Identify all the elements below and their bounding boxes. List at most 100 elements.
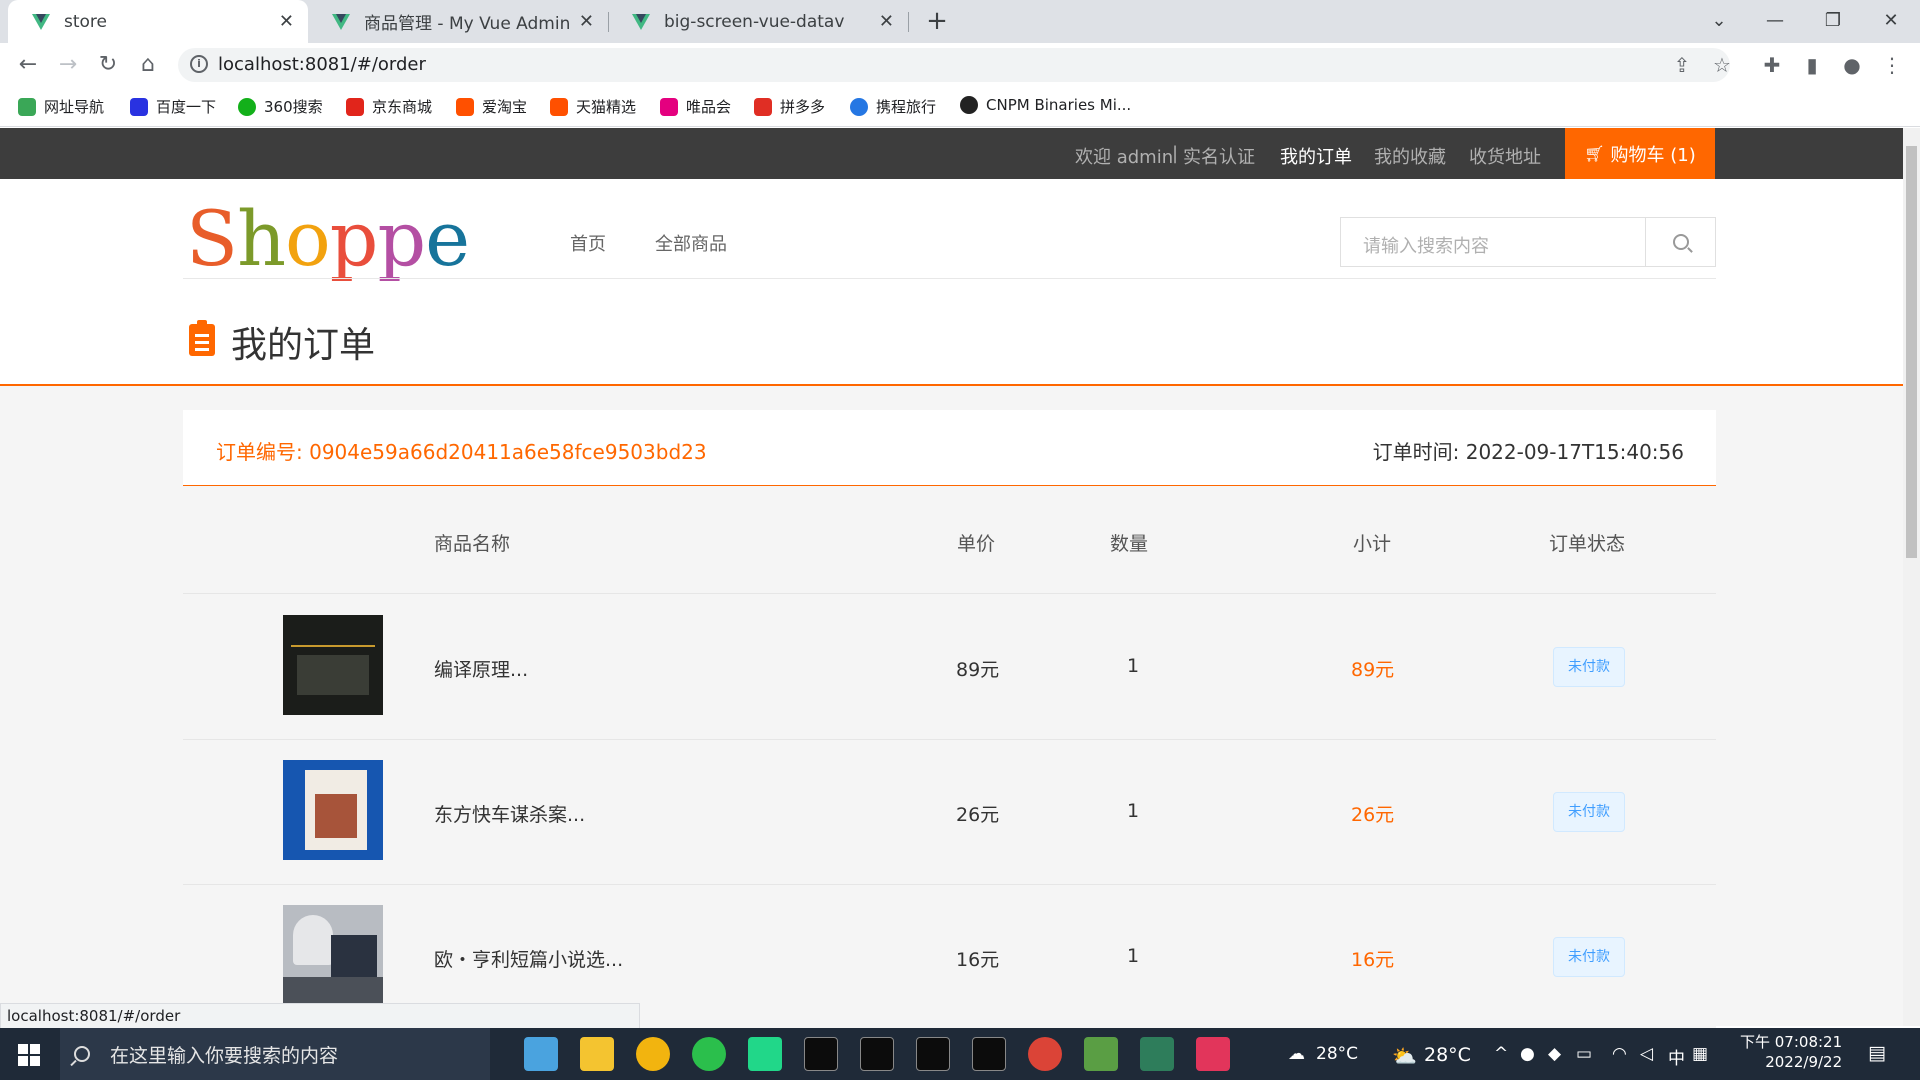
bookmark-item[interactable]: 网址导航 xyxy=(18,96,104,117)
bookmark-item[interactable]: 360搜索 xyxy=(238,96,323,117)
new-tab-button[interactable]: + xyxy=(922,6,952,36)
weather-icon[interactable]: ☁ xyxy=(1288,1044,1305,1064)
column-header-qty: 数量 xyxy=(1110,533,1149,555)
windows-start-icon[interactable] xyxy=(18,1044,40,1066)
my-orders-link[interactable]: 我的订单 xyxy=(1280,143,1352,169)
shield-icon[interactable]: ◆ xyxy=(1548,1044,1561,1064)
close-icon[interactable]: ✕ xyxy=(279,11,294,32)
bookmark-item[interactable]: 京东商城 xyxy=(346,96,432,117)
scrollbar-thumb[interactable] xyxy=(1906,146,1917,558)
search-box: 请输入搜索内容 xyxy=(1340,217,1716,267)
minimize-button[interactable]: — xyxy=(1752,4,1798,38)
cart-button[interactable]: 🛒︎ 购物车 (1) xyxy=(1565,128,1715,179)
bookmark-favicon-icon xyxy=(130,97,148,116)
address-link[interactable]: 收货地址 xyxy=(1469,143,1541,169)
clock-time: 下午 07:08:21 xyxy=(1740,1033,1843,1051)
column-header-price: 单价 xyxy=(957,533,996,555)
shop-logo[interactable]: Shoppe xyxy=(186,194,470,284)
folder-icon[interactable] xyxy=(580,1037,614,1071)
vue-logo-icon xyxy=(32,13,50,30)
app-icon[interactable] xyxy=(1140,1037,1174,1071)
ime-indicator[interactable]: 中 xyxy=(1668,1044,1685,1069)
reload-icon[interactable]: ↻ xyxy=(92,49,124,81)
bookmark-label: 百度一下 xyxy=(156,98,217,116)
terminal-icon[interactable] xyxy=(916,1037,950,1071)
bookmark-favicon-icon xyxy=(660,97,678,116)
sidepanel-icon[interactable]: ▮ xyxy=(1796,49,1828,81)
bookmark-item[interactable]: 拼多多 xyxy=(754,96,825,117)
battery-icon[interactable]: ▭ xyxy=(1576,1044,1592,1064)
star-icon[interactable]: ☆ xyxy=(1706,49,1738,81)
weather-temp: 28°C xyxy=(1424,1044,1471,1066)
pycharm-icon[interactable] xyxy=(748,1037,782,1071)
terminal-icon[interactable] xyxy=(972,1037,1006,1071)
item-price: 26元 xyxy=(956,804,1000,826)
taskbar-search[interactable]: 在这里输入你要搜索的内容 xyxy=(60,1028,490,1080)
terminal-icon[interactable] xyxy=(804,1037,838,1071)
logo-letter: h xyxy=(237,194,286,283)
home-icon[interactable]: ⌂ xyxy=(132,49,164,81)
column-header-status: 订单状态 xyxy=(1549,533,1626,555)
extensions-icon[interactable]: ✚ xyxy=(1756,49,1788,81)
bookmark-label: 京东商城 xyxy=(372,98,433,116)
notification-icon[interactable]: ▤ xyxy=(1868,1042,1886,1064)
bookmark-label: 网址导航 xyxy=(44,98,105,116)
profile-icon[interactable]: ● xyxy=(1836,49,1868,81)
address-bar[interactable]: i localhost:8081/#/order xyxy=(178,48,1730,82)
app-icon[interactable] xyxy=(524,1037,558,1071)
bookmark-favicon-icon xyxy=(346,97,364,116)
tab-title: big-screen-vue-datav xyxy=(664,11,845,32)
book-cover-image[interactable] xyxy=(283,615,383,715)
bookmark-item[interactable]: 携程旅行 xyxy=(850,96,936,117)
tab-datav[interactable]: big-screen-vue-datav ✕ xyxy=(608,0,909,43)
book-cover-image[interactable] xyxy=(283,760,383,860)
item-subtotal: 26元 xyxy=(1351,804,1395,826)
cover-art xyxy=(315,794,357,838)
app-icon[interactable] xyxy=(1084,1037,1118,1071)
back-icon[interactable]: ← xyxy=(12,49,44,81)
item-name[interactable]: 东方快车谋杀案... xyxy=(434,800,585,827)
close-icon[interactable]: ✕ xyxy=(579,11,594,32)
menu-icon[interactable]: ⋮ xyxy=(1876,49,1908,81)
bookmark-favicon-icon xyxy=(238,97,256,116)
window-close-button[interactable]: ✕ xyxy=(1868,4,1914,38)
book-cover-image[interactable] xyxy=(283,905,383,1005)
welcome-text: 欢迎 admin xyxy=(1075,147,1174,168)
nav-all-products-link[interactable]: 全部商品 xyxy=(655,230,727,256)
bookmark-item[interactable]: 唯品会 xyxy=(660,96,731,117)
verify-link[interactable]: 实名认证 xyxy=(1183,143,1255,169)
search-input[interactable]: 请输入搜索内容 xyxy=(1363,232,1489,258)
tab-admin[interactable]: 商品管理 - My Vue Admin ✕ xyxy=(308,0,609,43)
terminal-icon[interactable] xyxy=(860,1037,894,1071)
clock[interactable]: 下午 07:08:21 2022/9/22 xyxy=(1740,1032,1842,1072)
nav-home-link[interactable]: 首页 xyxy=(570,230,606,256)
wifi-icon[interactable]: ◠ xyxy=(1612,1044,1627,1064)
bookmark-label: 唯品会 xyxy=(686,98,732,116)
app-icon[interactable] xyxy=(692,1037,726,1071)
bookmark-item[interactable]: CNPM Binaries Mi... xyxy=(960,96,1131,114)
forward-icon[interactable]: → xyxy=(52,49,84,81)
app-icon[interactable] xyxy=(636,1037,670,1071)
tab-search-icon[interactable]: ⌄ xyxy=(1696,4,1742,38)
ime-mode-icon[interactable]: ▦ xyxy=(1692,1044,1708,1064)
item-name[interactable]: 欧・亨利短篇小说选... xyxy=(434,945,623,972)
intellij-icon[interactable] xyxy=(1196,1037,1230,1071)
info-icon[interactable]: i xyxy=(190,55,208,73)
share-icon[interactable]: ⇪ xyxy=(1666,49,1698,81)
mic-icon[interactable]: ● xyxy=(1520,1044,1535,1064)
bookmark-item[interactable]: 百度一下 xyxy=(130,96,216,117)
item-qty: 1 xyxy=(1127,655,1140,677)
bookmark-favicon-icon xyxy=(754,97,772,116)
tab-store[interactable]: store ✕ xyxy=(8,0,308,43)
volume-icon[interactable]: ◁ xyxy=(1640,1044,1653,1064)
bookmark-item[interactable]: 爱淘宝 xyxy=(456,96,527,117)
my-favorites-link[interactable]: 我的收藏 xyxy=(1374,143,1446,169)
search-button[interactable] xyxy=(1645,218,1715,266)
item-name[interactable]: 编译原理... xyxy=(434,655,528,682)
close-icon[interactable]: ✕ xyxy=(879,11,894,32)
restore-button[interactable]: ❐ xyxy=(1810,4,1856,38)
bookmark-item[interactable]: 天猫精选 xyxy=(550,96,636,117)
weather-icon[interactable]: ⛅ xyxy=(1392,1044,1417,1068)
chrome-icon[interactable] xyxy=(1028,1037,1062,1071)
chevron-up-icon[interactable]: ^ xyxy=(1494,1044,1508,1064)
